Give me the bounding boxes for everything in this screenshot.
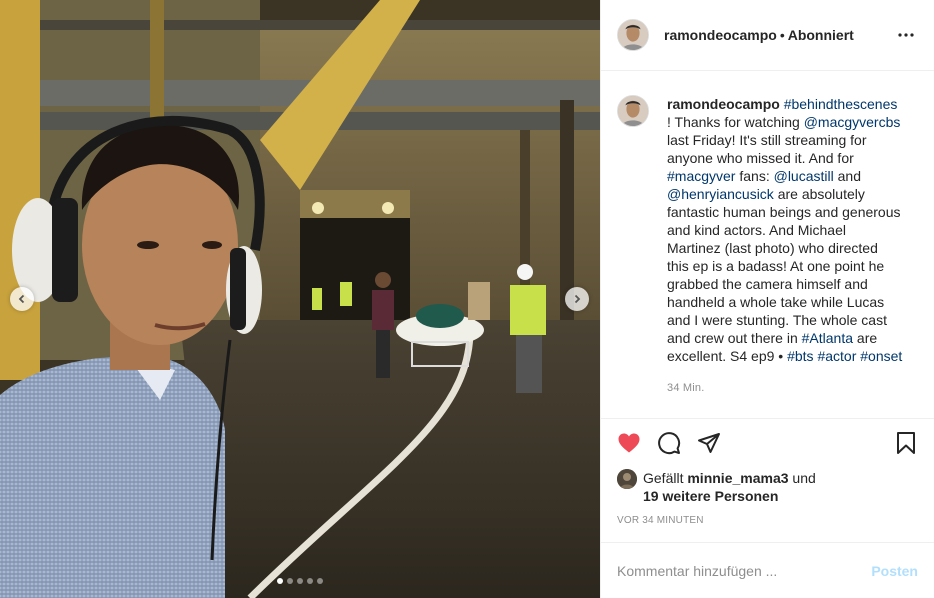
hashtag-link[interactable]: #Atlanta xyxy=(802,330,853,346)
instagram-post: ramondeocampo • Abonniert ramondeocampo … xyxy=(0,0,934,598)
comment-input[interactable] xyxy=(617,562,872,579)
post-photo xyxy=(0,0,600,598)
likes-others-link[interactable]: 19 weitere Personen xyxy=(643,488,778,504)
hashtag-link[interactable]: #bts xyxy=(787,348,813,364)
post-footer: Gefällt minnie_mama3 und 19 weitere Pers… xyxy=(601,418,934,526)
post-header: ramondeocampo • Abonniert xyxy=(601,0,934,71)
follow-status-button[interactable]: Abonniert xyxy=(788,27,854,43)
mention-link[interactable]: @lucastill xyxy=(774,168,834,184)
caption-text-segment: ! Thanks for watching xyxy=(667,114,804,130)
carousel-dot xyxy=(287,578,293,584)
paper-plane-icon xyxy=(698,433,720,453)
caption-text-segment: and xyxy=(833,168,861,184)
carousel-dot xyxy=(307,578,313,584)
caption-text-segment: are absolutely fantastic human beings an… xyxy=(667,186,901,346)
author-username-link[interactable]: ramondeocampo xyxy=(664,27,777,43)
add-comment-form: Posten xyxy=(601,542,934,598)
carousel-dot xyxy=(297,578,303,584)
caption-text-segment: last Friday! It's still streaming for an… xyxy=(667,132,867,166)
chevron-right-icon xyxy=(574,294,581,304)
likes-prefix: Gefällt xyxy=(643,470,688,486)
liker-username-link[interactable]: minnie_mama3 xyxy=(687,470,788,486)
post-comment-button[interactable]: Posten xyxy=(871,563,918,579)
comment-bubble-icon xyxy=(658,432,681,455)
more-options-button[interactable] xyxy=(894,23,918,47)
share-button[interactable] xyxy=(697,423,737,463)
author-avatar[interactable] xyxy=(617,19,649,51)
hashtag-link[interactable]: #behindthescenes xyxy=(784,96,898,112)
caption-username-link[interactable]: ramondeocampo xyxy=(667,96,780,112)
action-bar xyxy=(617,419,918,467)
ellipsis-icon xyxy=(898,33,914,37)
caption-text-segment: fans: xyxy=(735,168,774,184)
post-sidebar: ramondeocampo • Abonniert ramondeocampo … xyxy=(600,0,934,598)
hashtag-link[interactable]: #actor xyxy=(817,348,856,364)
avatar-image xyxy=(618,96,648,126)
carousel-indicator xyxy=(0,578,600,584)
likes-mid: und xyxy=(788,470,816,486)
caption-comment: ramondeocampo #behindthescenes ! Thanks … xyxy=(617,95,918,397)
caption-body: ramondeocampo #behindthescenes ! Thanks … xyxy=(667,95,903,397)
caption-author-avatar[interactable] xyxy=(617,95,649,127)
like-button[interactable] xyxy=(617,423,657,463)
chevron-left-icon xyxy=(18,294,25,304)
carousel-dot xyxy=(317,578,323,584)
caption-text: #behindthescenes ! Thanks for watching @… xyxy=(667,96,902,364)
liker-avatar[interactable] xyxy=(617,469,637,489)
header-separator: • xyxy=(779,27,785,43)
save-button[interactable] xyxy=(878,423,918,463)
mention-link[interactable]: @macgyvercbs xyxy=(804,114,901,130)
hashtag-link[interactable]: #macgyver xyxy=(667,168,735,184)
heart-filled-icon xyxy=(618,433,640,453)
post-timestamp[interactable]: VOR 34 MINUTEN xyxy=(617,515,918,526)
hashtag-link[interactable]: #onset xyxy=(860,348,902,364)
post-media[interactable] xyxy=(0,0,600,598)
likes-text: Gefällt minnie_mama3 und 19 weitere Pers… xyxy=(643,469,816,505)
bookmark-icon xyxy=(897,432,915,454)
comments-section: ramondeocampo #behindthescenes ! Thanks … xyxy=(601,71,934,418)
previous-slide-button[interactable] xyxy=(10,287,34,311)
avatar-image xyxy=(618,20,648,50)
mention-link[interactable]: @henryiancusick xyxy=(667,186,774,202)
avatar-image xyxy=(617,469,637,489)
caption-time-ago[interactable]: 34 Min. xyxy=(667,379,903,397)
next-slide-button[interactable] xyxy=(565,287,589,311)
carousel-dot xyxy=(277,578,283,584)
comment-button[interactable] xyxy=(657,423,697,463)
likes-summary: Gefällt minnie_mama3 und 19 weitere Pers… xyxy=(617,469,918,505)
